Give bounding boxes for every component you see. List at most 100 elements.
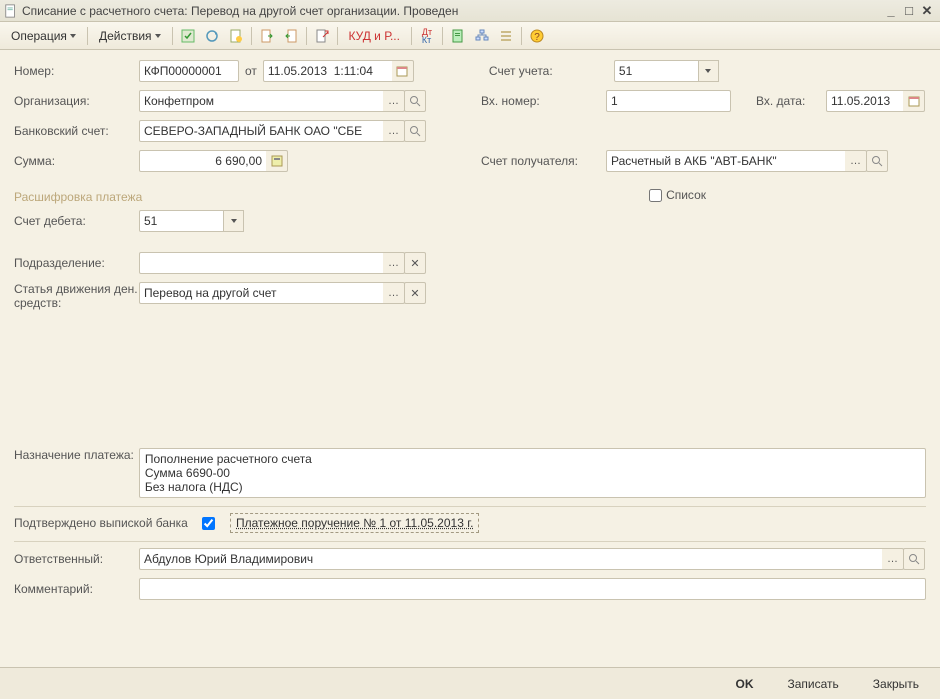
titlebar: Списание с расчетного счета: Перевод на … [0, 0, 940, 22]
window-title: Списание с расчетного счета: Перевод на … [22, 4, 882, 18]
chevron-down-icon [70, 34, 76, 38]
doc-arrow-icon[interactable] [256, 25, 278, 47]
doc-link-icon[interactable] [311, 25, 333, 47]
in-date-calendar-button[interactable] [903, 90, 925, 112]
svg-text:?: ? [534, 32, 540, 43]
actions-menu[interactable]: Действия [92, 25, 168, 47]
row-movement-article: Статья движения ден. средств: … ✕ [14, 282, 926, 310]
footer: OK Записать Закрыть [0, 667, 940, 699]
department-clear-button[interactable]: ✕ [404, 252, 426, 274]
doc-out-icon[interactable] [280, 25, 302, 47]
movement-clear-button[interactable]: ✕ [404, 282, 426, 304]
purpose-textarea[interactable]: Пополнение расчетного счета Сумма 6690-0… [139, 448, 926, 498]
label-debit-account: Счет дебета: [14, 214, 139, 228]
recipient-search-button[interactable] [866, 150, 888, 172]
row-confirmed: Подтверждено выпиской банка Платежное по… [14, 513, 926, 533]
section-breakdown: Расшифровка платежа [14, 190, 142, 204]
org-search-button[interactable] [404, 90, 426, 112]
calendar-button[interactable] [392, 60, 414, 82]
operation-menu[interactable]: Операция [4, 25, 83, 47]
debit-account-dropdown[interactable] [224, 210, 244, 232]
write-button[interactable]: Записать [777, 673, 850, 695]
refresh-icon[interactable] [201, 25, 223, 47]
operation-label: Операция [11, 29, 67, 43]
org-input[interactable] [139, 90, 384, 112]
row-purpose: Назначение платежа: Пополнение расчетног… [14, 448, 926, 498]
chevron-down-icon [231, 219, 237, 223]
separator [251, 27, 252, 45]
number-input[interactable] [139, 60, 239, 82]
magnifier-icon [908, 553, 920, 565]
label-account-of: Счет учета: [489, 64, 614, 78]
account-of-input[interactable] [614, 60, 699, 82]
bank-search-button[interactable] [404, 120, 426, 142]
report-icon[interactable] [447, 25, 469, 47]
magnifier-icon [409, 95, 421, 107]
separator [337, 27, 338, 45]
in-number-input[interactable] [606, 90, 731, 112]
chevron-down-icon [155, 34, 161, 38]
responsible-search-button[interactable] [903, 548, 925, 570]
label-list: Список [666, 188, 706, 202]
label-comment: Комментарий: [14, 582, 139, 596]
toolbar: Операция Действия КУД и Р... ДтКт ? [0, 22, 940, 50]
recipient-select-button[interactable]: … [845, 150, 867, 172]
payment-order-link[interactable]: Платежное поручение № 1 от 11.05.2013 г. [230, 513, 479, 533]
divider [14, 541, 926, 542]
row-org: Организация: … Вх. номер: Вх. дата: [14, 90, 926, 112]
confirmed-checkbox[interactable] [202, 517, 215, 530]
new-icon[interactable] [225, 25, 247, 47]
recipient-account-input[interactable] [606, 150, 846, 172]
responsible-input[interactable] [139, 548, 883, 570]
doc-icon [4, 4, 18, 18]
ok-button[interactable]: OK [725, 673, 765, 695]
in-date-input[interactable] [826, 90, 904, 112]
comment-input[interactable] [139, 578, 926, 600]
close-button-footer[interactable]: Закрыть [862, 673, 930, 695]
row-department: Подразделение: … ✕ [14, 252, 926, 274]
account-of-dropdown[interactable] [699, 60, 719, 82]
minimize-button[interactable]: _ [882, 3, 900, 19]
org-select-button[interactable]: … [383, 90, 405, 112]
dtkt-icon[interactable]: ДтКт [416, 25, 438, 47]
magnifier-icon [409, 125, 421, 137]
movement-article-input[interactable] [139, 282, 384, 304]
debit-account-input[interactable] [139, 210, 224, 232]
list-checkbox[interactable] [649, 189, 662, 202]
sum-calc-button[interactable] [266, 150, 288, 172]
date-input[interactable] [263, 60, 393, 82]
close-button[interactable]: ✕ [918, 3, 936, 19]
separator [172, 27, 173, 45]
department-select-button[interactable]: … [383, 252, 405, 274]
label-in-number: Вх. номер: [481, 94, 606, 108]
bank-select-button[interactable]: … [383, 120, 405, 142]
help-icon[interactable]: ? [526, 25, 548, 47]
maximize-button[interactable]: □ [900, 3, 918, 19]
magnifier-icon [871, 155, 883, 167]
post-icon[interactable] [177, 25, 199, 47]
label-from: от [245, 64, 257, 78]
calculator-icon [271, 155, 283, 167]
responsible-select-button[interactable]: … [882, 548, 904, 570]
label-bank-account: Банковский счет: [14, 124, 139, 138]
department-input[interactable] [139, 252, 384, 274]
label-org: Организация: [14, 94, 139, 108]
separator [306, 27, 307, 45]
list-icon[interactable] [495, 25, 517, 47]
label-in-date: Вх. дата: [756, 94, 826, 108]
label-movement-article: Статья движения ден. средств: [14, 282, 139, 310]
structure-icon[interactable] [471, 25, 493, 47]
divider [14, 506, 926, 507]
row-debit-account: Счет дебета: [14, 210, 926, 232]
kudr-button[interactable]: КУД и Р... [342, 25, 407, 47]
sum-input[interactable] [139, 150, 267, 172]
calendar-icon [908, 95, 920, 107]
bank-account-input[interactable] [139, 120, 384, 142]
row-number: Номер: от Счет учета: [14, 60, 926, 82]
form-area: Номер: от Счет учета: Организация: … Вх.… [0, 50, 940, 600]
label-recipient-account: Счет получателя: [481, 154, 606, 168]
kudr-label: КУД и Р... [349, 29, 400, 43]
movement-select-button[interactable]: … [383, 282, 405, 304]
chevron-down-icon [705, 69, 711, 73]
label-number: Номер: [14, 64, 139, 78]
